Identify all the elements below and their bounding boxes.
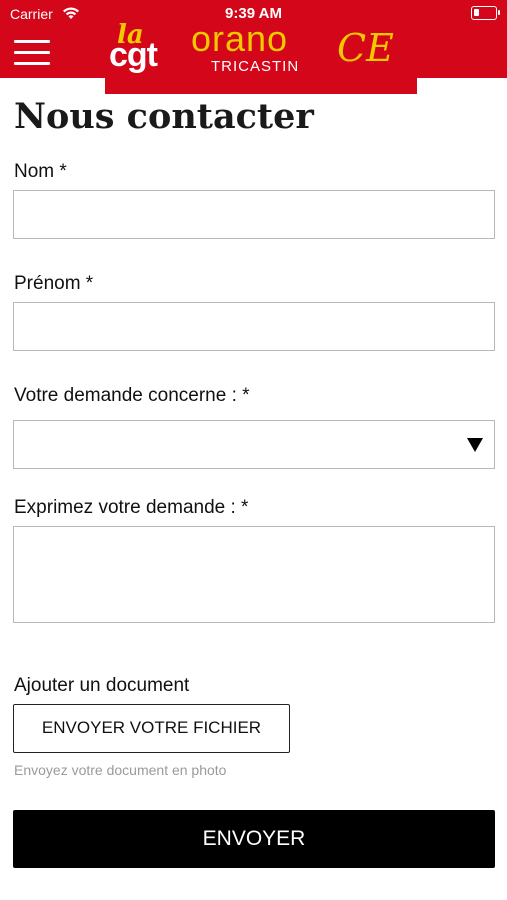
exprimez-textarea[interactable] — [13, 526, 495, 623]
logo-tricastin-text: TRICASTIN — [211, 58, 300, 75]
logo-ce-text: CE — [337, 26, 394, 70]
demande-concerne-label: Votre demande concerne : * — [14, 385, 250, 406]
submit-button[interactable]: ENVOYER — [13, 810, 495, 868]
prenom-input[interactable] — [13, 302, 495, 351]
hamburger-menu-icon[interactable] — [14, 40, 50, 66]
exprimez-label: Exprimez votre demande : * — [14, 497, 249, 518]
nom-label: Nom * — [14, 161, 67, 182]
logo-cgt-text: cgt — [109, 36, 158, 74]
file-hint-text: Envoyez votre document en photo — [14, 762, 227, 778]
logo-orano-text: orano — [191, 18, 289, 59]
triangle-down-icon — [467, 438, 483, 452]
demande-concerne-select[interactable] — [13, 420, 495, 469]
battery-level — [474, 9, 479, 16]
nom-input[interactable] — [13, 190, 495, 239]
upload-file-button[interactable]: ENVOYER VOTRE FICHIER — [13, 704, 290, 753]
page-title: Nous contacter — [14, 96, 314, 137]
document-label: Ajouter un document — [14, 675, 190, 696]
cgt-orano-logo: la cgt orano TRICASTIN CE — [105, 18, 417, 94]
prenom-label: Prénom * — [14, 273, 94, 294]
battery-icon — [471, 6, 500, 20]
